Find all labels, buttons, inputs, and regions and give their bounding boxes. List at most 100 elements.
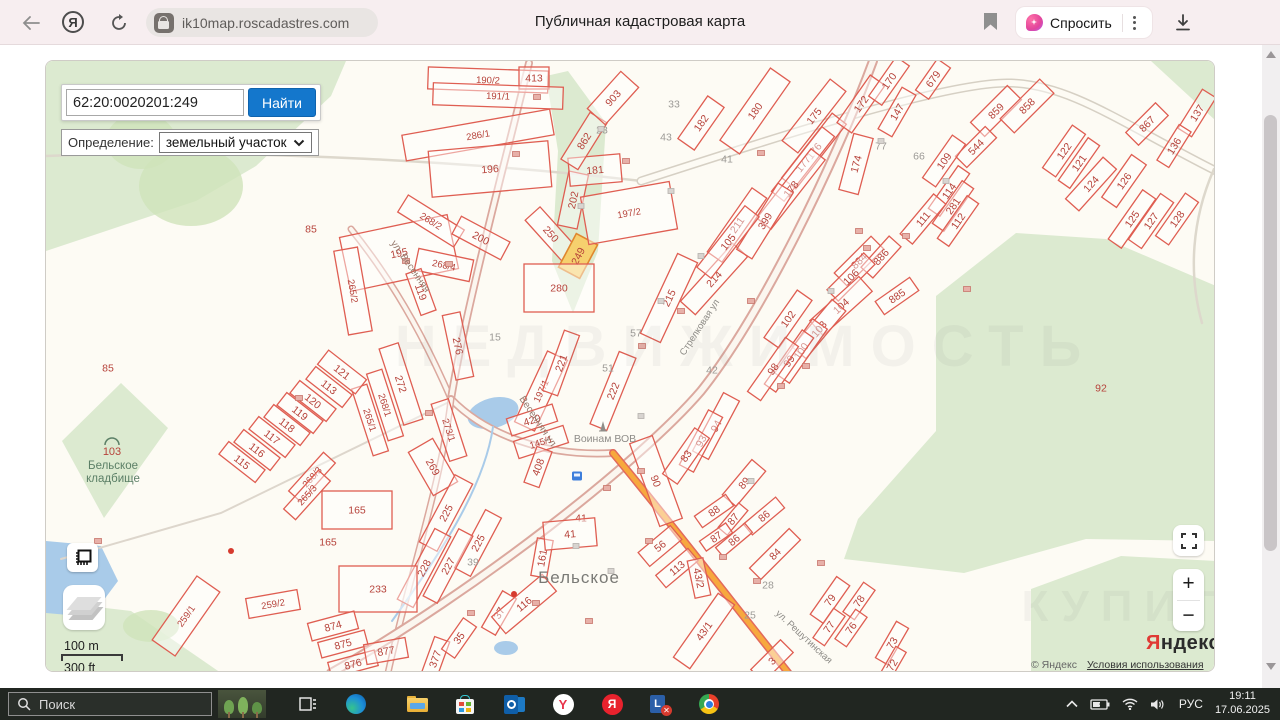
bookmark-icon[interactable] — [984, 13, 997, 30]
parcel[interactable]: 165 — [322, 491, 392, 529]
taskbar-search-box[interactable]: Поиск — [8, 692, 212, 716]
download-button[interactable] — [1168, 9, 1198, 37]
parcel[interactable]: 280 — [524, 264, 594, 312]
edge-icon — [346, 694, 366, 714]
parcel: 41 — [721, 154, 733, 166]
building-gray — [698, 254, 704, 259]
task-view-button[interactable] — [288, 688, 328, 720]
blocked-app-taskbar-icon[interactable]: L ✕ — [640, 688, 680, 720]
svg-text:66: 66 — [913, 151, 925, 163]
building — [778, 384, 785, 389]
outlook-taskbar-icon[interactable] — [494, 688, 534, 720]
svg-text:33: 33 — [668, 99, 680, 111]
definition-panel: Определение: земельный участок — [61, 129, 319, 156]
scrollbar-down-arrow[interactable] — [1266, 663, 1276, 670]
parcel[interactable]: 191/1 — [433, 83, 564, 110]
building — [754, 579, 761, 584]
map-marker — [511, 591, 517, 597]
wifi-icon[interactable] — [1116, 688, 1144, 720]
building — [426, 411, 433, 416]
menu-dots-icon[interactable] — [1133, 16, 1136, 30]
search-icon — [17, 697, 31, 711]
layers-button[interactable] — [63, 585, 105, 630]
memorial-label: Воинам ВОВ — [574, 433, 636, 445]
clock[interactable]: 19:11 17.06.2025 — [1211, 690, 1280, 718]
search-button[interactable]: Найти — [248, 88, 316, 117]
svg-text:41: 41 — [721, 154, 733, 166]
outlook-icon — [504, 695, 525, 714]
building — [586, 619, 593, 624]
scale-metric-line — [61, 654, 123, 661]
yandex-icon: Я — [602, 694, 623, 715]
zoom-control: + − — [1173, 569, 1204, 631]
yandex-maps-logo[interactable]: Яндекс — [1146, 632, 1215, 655]
yandex-taskbar-icon[interactable]: Я — [592, 688, 632, 720]
page-scrollbar[interactable] — [1262, 45, 1280, 688]
url-text: ik10map.roscadastres.com — [182, 15, 349, 31]
parcel[interactable]: 233 — [339, 566, 417, 612]
chrome-taskbar-icon[interactable] — [689, 688, 729, 720]
svg-text:85: 85 — [305, 224, 317, 236]
parcel[interactable]: 196 — [428, 141, 552, 197]
building-gray — [668, 189, 674, 194]
svg-text:233: 233 — [369, 584, 387, 596]
measure-button[interactable] — [67, 543, 98, 572]
address-bar[interactable]: ik10map.roscadastres.com — [146, 8, 378, 37]
building — [468, 611, 475, 616]
task-view-icon — [299, 695, 317, 713]
building — [903, 234, 910, 239]
tray-expand-chevron[interactable] — [1060, 688, 1084, 720]
svg-text:165: 165 — [319, 537, 337, 549]
building-gray — [638, 414, 644, 419]
layers-icon — [71, 596, 97, 620]
fullscreen-icon — [1181, 533, 1197, 549]
terms-link[interactable]: Условия использования — [1087, 659, 1204, 671]
fullscreen-button[interactable] — [1173, 525, 1204, 556]
cemetery-parcel-number: 103 — [103, 446, 121, 458]
definition-select[interactable]: земельный участок — [159, 132, 312, 153]
file-explorer-taskbar-icon[interactable] — [397, 688, 437, 720]
ruler-icon — [74, 549, 92, 567]
lock-icon — [154, 13, 174, 33]
language-indicator[interactable]: РУС — [1171, 688, 1211, 720]
taskbar-widget-thumbnail[interactable] — [218, 690, 266, 718]
svg-text:196: 196 — [481, 163, 500, 176]
building — [646, 539, 653, 544]
watermark: НЕДВИЖИМОСТЬ — [395, 314, 1098, 379]
zoom-out-button[interactable]: − — [1173, 601, 1204, 632]
map-marker — [228, 548, 234, 554]
building — [296, 396, 303, 401]
parcel: 33 — [668, 99, 680, 111]
back-button[interactable] — [18, 10, 44, 36]
svg-text:41: 41 — [564, 528, 577, 541]
volume-icon[interactable] — [1144, 688, 1171, 720]
store-taskbar-icon[interactable] — [445, 688, 485, 720]
battery-icon[interactable] — [1084, 688, 1116, 720]
cadastral-map[interactable]: 190/2413191/1286/1196195265/2268/2200268… — [45, 60, 1215, 672]
town-label: Бельское — [538, 568, 620, 587]
building — [95, 539, 102, 544]
parcel[interactable]: 41 — [543, 518, 597, 550]
cadastral-number-input[interactable] — [66, 89, 244, 116]
ask-button[interactable]: Спросить — [1016, 7, 1152, 38]
yandex-browser-logo[interactable]: Я — [62, 11, 84, 33]
map-attribution: © ЯндексУсловия использования — [1031, 659, 1204, 671]
ask-chat-icon — [1026, 14, 1043, 31]
refresh-button[interactable] — [106, 10, 132, 36]
svg-text:280: 280 — [550, 283, 568, 295]
edge-taskbar-icon[interactable] — [336, 688, 376, 720]
scrollbar-thumb[interactable] — [1264, 115, 1277, 551]
yandex-browser-taskbar-icon[interactable]: Y — [543, 688, 583, 720]
building — [964, 287, 971, 292]
parcel: 43 — [660, 132, 672, 144]
store-icon — [456, 695, 474, 714]
scrollbar-up-arrow[interactable] — [1266, 51, 1276, 58]
taskbar-search-label: Поиск — [39, 697, 75, 712]
building — [638, 469, 645, 474]
parcel: 85 — [305, 224, 317, 236]
building-gray — [748, 479, 754, 484]
zoom-in-button[interactable]: + — [1173, 569, 1204, 600]
page-background: 190/2413191/1286/1196195265/2268/2200268… — [0, 45, 1280, 688]
bus-stop-icon — [572, 472, 582, 481]
building — [533, 601, 540, 606]
